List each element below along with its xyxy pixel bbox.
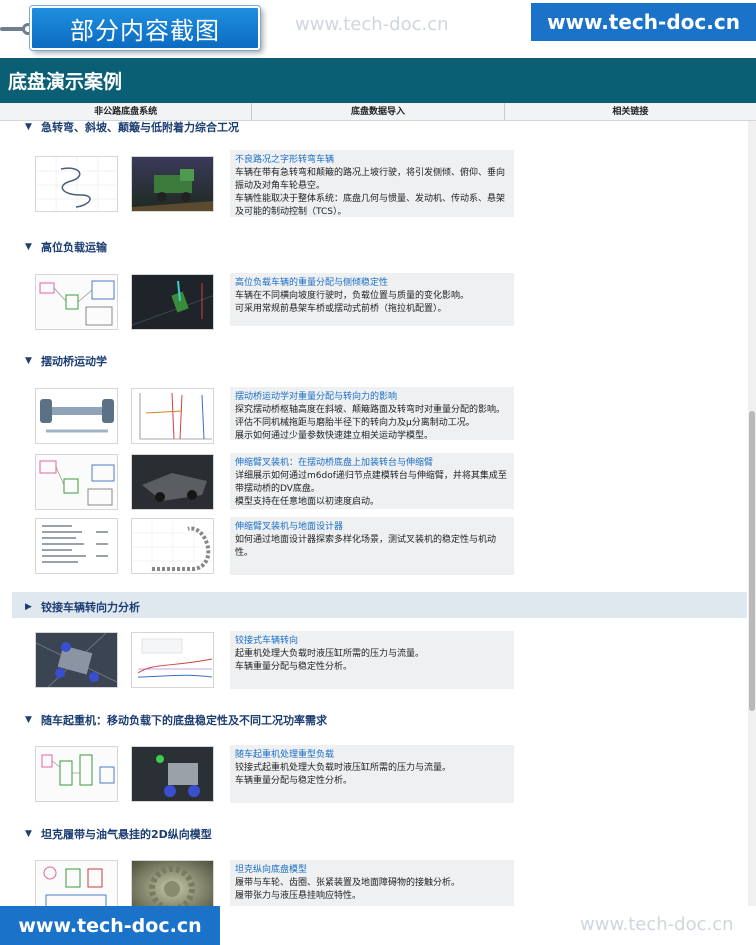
ground-path-icon	[132, 519, 213, 573]
tab-chassis-import[interactable]: 底盘数据导入	[252, 103, 505, 120]
thumbnail-3d-telehandler[interactable]	[131, 454, 214, 510]
card[interactable]: 伸缩臂叉装机：在摆动桥底盘上加装转台与伸缩臂 详细展示如何通过m6dof递归节点…	[230, 453, 514, 509]
collapse-triangle-icon: ▶	[25, 602, 32, 612]
thumbnail-force-plot[interactable]	[131, 388, 214, 444]
vehicle-icon	[132, 280, 213, 326]
card[interactable]: 铰接式车辆转向 起重机处理大负载时液压缸所需的压力与流量。 车辆重量分配与稳定性…	[230, 631, 514, 689]
collapse-triangle-icon: ▼	[25, 122, 32, 132]
hydraulic-diagram-icon	[41, 754, 115, 786]
thumbnail-3d-tank[interactable]	[131, 860, 214, 911]
thumbnail-3d-truck[interactable]	[131, 156, 214, 212]
section-heading[interactable]: ▼ 高位负载运输	[25, 239, 107, 255]
thumbnail-plot[interactable]	[35, 156, 118, 212]
scrollbar-thumb[interactable]	[749, 411, 755, 711]
force-plot-icon	[139, 392, 212, 440]
thumbnail-3d-articulated[interactable]	[35, 632, 118, 688]
card[interactable]: 不良路况之字形转弯车辆 车辆在带有急转弯和颠簸的路况上坡行驶，将引发侧倾、俯仰、…	[230, 150, 514, 217]
tab-related-links[interactable]: 相关链接	[505, 103, 756, 120]
parameter-list-icon	[42, 525, 108, 563]
thumbnail-diagram[interactable]	[35, 274, 118, 330]
tank-track-icon	[149, 866, 195, 911]
steering-plot-icon	[137, 638, 213, 678]
thumbnail-axle[interactable]	[35, 388, 118, 444]
thumbnail-track-diagram[interactable]	[35, 860, 118, 911]
thumbnail-ground-path[interactable]	[131, 518, 214, 574]
track-diagram-icon	[43, 866, 107, 908]
content-area: ▼ 急转弯、斜坡、颠簸与低附着力综合工况 不良路况之字形转弯车辆 车辆在带有急转弯…	[0, 121, 748, 911]
collapse-triangle-icon: ▼	[25, 829, 32, 839]
collapse-triangle-icon: ▼	[25, 242, 32, 252]
thumbnail-3d-vehicle[interactable]	[131, 274, 214, 330]
section-heading[interactable]: ▶ 铰接车辆转向力分析	[25, 599, 140, 615]
section-heading[interactable]: ▼ 急转弯、斜坡、颠簸与低附着力综合工况	[25, 121, 239, 135]
thumbnail-hydraulic-diagram[interactable]	[35, 746, 118, 802]
capture-label: 部分内容截图	[30, 6, 260, 50]
thumbnail-3d-crane[interactable]	[131, 746, 214, 802]
scrollbar[interactable]	[748, 121, 756, 911]
site-link-bottom[interactable]: www.tech-doc.cn	[0, 906, 220, 945]
section-heading[interactable]: ▼ 摆动桥运动学	[25, 353, 107, 369]
thumbnail-steering-plot[interactable]	[131, 632, 214, 688]
watermark: www.tech-doc.cn	[580, 914, 734, 935]
section-heading[interactable]: ▼ 随车起重机：移动负载下的底盘稳定性及不同工况功率需求	[25, 712, 327, 728]
site-link-top[interactable]: www.tech-doc.cn	[531, 3, 756, 41]
articulated-vehicle-icon	[36, 633, 117, 687]
collapse-triangle-icon: ▼	[25, 715, 32, 725]
axle-icon	[40, 399, 114, 433]
page-title: 底盘演示案例	[0, 58, 756, 103]
truck-icon	[132, 169, 213, 211]
nav-tabs: 非公路底盘系统 底盘数据导入 相关链接	[0, 103, 756, 121]
card[interactable]: 坦克纵向底盘模型 履带与车轮、齿圈、张紧装置及地面障碍物的接触分析。 履带张力与…	[230, 860, 514, 911]
card[interactable]: 随车起重机处理重型负载 铰接式起重机处理大负载时液压缸所需的压力与流量。 车辆重…	[230, 745, 514, 803]
thumbnail-parameter-list[interactable]	[35, 518, 118, 574]
telehandler-icon	[142, 473, 207, 502]
tab-offroad-chassis[interactable]: 非公路底盘系统	[0, 103, 253, 120]
top-banner: 部分内容截图 www.tech-doc.cn www.tech-doc.cn	[0, 0, 756, 58]
card[interactable]: 伸缩臂叉装机与地面设计器 如何通过地面设计器探索多样化场景，测试叉装机的稳定性与…	[230, 517, 514, 575]
collapse-triangle-icon: ▼	[25, 356, 32, 366]
watermark: www.tech-doc.cn	[295, 14, 449, 35]
block-diagram-icon	[39, 460, 115, 506]
section-heading[interactable]: ▼ 坦克履带与油气悬挂的2D纵向模型	[25, 826, 212, 842]
card[interactable]: 摆动桥运动学对重量分配与转向力的影响 探究摆动桥枢轴高度在斜坡、颠簸路面及转弯时…	[230, 387, 514, 441]
thumbnail-diagram[interactable]	[35, 454, 118, 510]
block-diagram-icon	[39, 280, 115, 326]
crane-icon	[156, 755, 200, 797]
track-plot-icon	[36, 157, 117, 211]
card[interactable]: 高位负载车辆的重量分配与侧倾稳定性 车辆在不同横向坡度行驶时，负载位置与质量的变…	[230, 273, 514, 326]
